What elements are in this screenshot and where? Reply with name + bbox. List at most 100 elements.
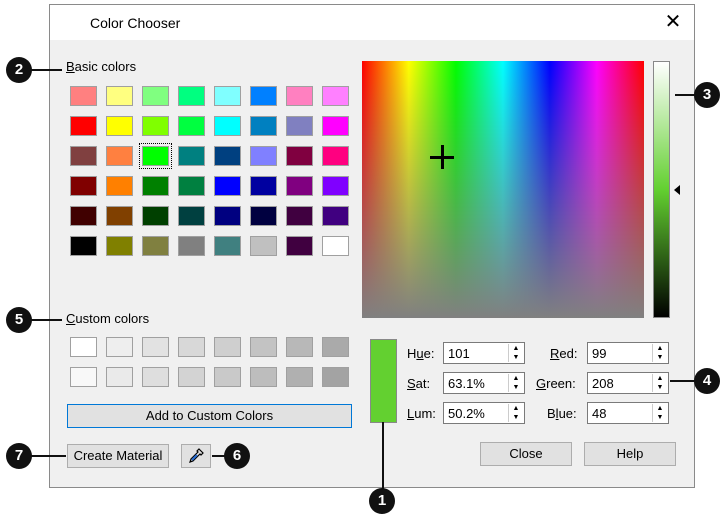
basic-color-swatch[interactable] bbox=[106, 146, 133, 166]
green-value: 208 bbox=[592, 376, 614, 391]
basic-color-swatch[interactable] bbox=[70, 146, 97, 166]
basic-color-swatch[interactable] bbox=[250, 86, 277, 106]
red-spin-arrows[interactable]: ▲ ▼ bbox=[652, 344, 667, 362]
basic-color-swatch[interactable] bbox=[286, 86, 313, 106]
basic-color-swatch[interactable] bbox=[322, 176, 349, 196]
basic-color-swatch[interactable] bbox=[178, 236, 205, 256]
hue-spin-arrows[interactable]: ▲ ▼ bbox=[508, 344, 523, 362]
basic-color-swatch[interactable] bbox=[322, 116, 349, 136]
basic-color-swatch[interactable] bbox=[250, 146, 277, 166]
sat-spin-arrows[interactable]: ▲ ▼ bbox=[508, 374, 523, 392]
basic-color-swatch[interactable] bbox=[142, 236, 169, 256]
basic-color-swatch[interactable] bbox=[106, 116, 133, 136]
basic-color-swatch[interactable] bbox=[214, 86, 241, 106]
basic-color-swatch[interactable] bbox=[106, 86, 133, 106]
add-to-custom-colors-button[interactable]: Add to Custom Colors bbox=[67, 404, 352, 428]
custom-color-swatch[interactable] bbox=[250, 367, 277, 387]
basic-color-swatch[interactable] bbox=[142, 176, 169, 196]
create-material-button[interactable]: Create Material bbox=[67, 444, 169, 468]
custom-color-swatch[interactable] bbox=[178, 367, 205, 387]
basic-color-swatch[interactable] bbox=[250, 206, 277, 226]
custom-color-swatch[interactable] bbox=[250, 337, 277, 357]
custom-colors-label: Custom colors bbox=[66, 311, 150, 326]
basic-color-swatch[interactable] bbox=[178, 176, 205, 196]
basic-color-swatch[interactable] bbox=[70, 206, 97, 226]
blue-label: Blue: bbox=[547, 406, 577, 421]
basic-color-swatch[interactable] bbox=[286, 206, 313, 226]
custom-color-swatch[interactable] bbox=[70, 367, 97, 387]
green-spin-arrows[interactable]: ▲ ▼ bbox=[652, 374, 667, 392]
custom-color-swatch[interactable] bbox=[286, 367, 313, 387]
luminance-slider[interactable] bbox=[653, 61, 670, 318]
callout-6: 6 bbox=[224, 443, 250, 469]
hue-value: 101 bbox=[448, 346, 470, 361]
callout-3: 3 bbox=[694, 82, 720, 108]
basic-color-swatch[interactable] bbox=[70, 86, 97, 106]
basic-color-swatch[interactable] bbox=[142, 206, 169, 226]
blue-spinner[interactable]: 48 ▲ ▼ bbox=[587, 402, 669, 424]
basic-color-swatch[interactable] bbox=[286, 236, 313, 256]
lum-spinner[interactable]: 50.2% ▲ ▼ bbox=[443, 402, 525, 424]
basic-color-swatch[interactable] bbox=[106, 176, 133, 196]
lum-spin-arrows[interactable]: ▲ ▼ bbox=[508, 404, 523, 422]
custom-color-swatch[interactable] bbox=[142, 367, 169, 387]
close-icon[interactable]: ✕ bbox=[662, 11, 684, 33]
sat-spinner[interactable]: 63.1% ▲ ▼ bbox=[443, 372, 525, 394]
custom-color-swatch[interactable] bbox=[214, 367, 241, 387]
basic-color-swatch[interactable] bbox=[250, 236, 277, 256]
basic-color-swatch[interactable] bbox=[250, 116, 277, 136]
luminance-arrow-icon[interactable] bbox=[674, 185, 680, 195]
green-spinner[interactable]: 208 ▲ ▼ bbox=[587, 372, 669, 394]
custom-color-swatch[interactable] bbox=[142, 337, 169, 357]
basic-color-swatch[interactable] bbox=[178, 86, 205, 106]
basic-color-swatch[interactable] bbox=[106, 206, 133, 226]
basic-color-swatch[interactable] bbox=[142, 116, 169, 136]
custom-color-swatch[interactable] bbox=[106, 337, 133, 357]
basic-color-swatch[interactable] bbox=[286, 116, 313, 136]
basic-color-swatch[interactable] bbox=[142, 86, 169, 106]
dialog-title: Color Chooser bbox=[90, 15, 181, 31]
basic-color-swatch[interactable] bbox=[322, 146, 349, 166]
basic-color-swatch[interactable] bbox=[70, 116, 97, 136]
sat-value: 63.1% bbox=[448, 376, 485, 391]
custom-color-swatch[interactable] bbox=[286, 337, 313, 357]
eyedropper-button[interactable] bbox=[181, 444, 211, 468]
callout-5: 5 bbox=[6, 307, 32, 333]
basic-color-swatch[interactable] bbox=[322, 206, 349, 226]
custom-color-swatch[interactable] bbox=[214, 337, 241, 357]
basic-color-swatch[interactable] bbox=[286, 146, 313, 166]
basic-color-swatch[interactable] bbox=[250, 176, 277, 196]
basic-color-swatch[interactable] bbox=[322, 86, 349, 106]
basic-color-swatch[interactable] bbox=[70, 236, 97, 256]
blue-spin-arrows[interactable]: ▲ ▼ bbox=[652, 404, 667, 422]
custom-color-swatch[interactable] bbox=[178, 337, 205, 357]
custom-color-swatch[interactable] bbox=[322, 337, 349, 357]
red-spinner[interactable]: 99 ▲ ▼ bbox=[587, 342, 669, 364]
custom-color-swatch[interactable] bbox=[322, 367, 349, 387]
help-button[interactable]: Help bbox=[584, 442, 676, 466]
basic-color-swatch[interactable] bbox=[139, 143, 172, 169]
color-spectrum[interactable] bbox=[362, 61, 644, 318]
basic-color-swatch[interactable] bbox=[286, 176, 313, 196]
hue-spinner[interactable]: 101 ▲ ▼ bbox=[443, 342, 525, 364]
basic-color-swatch[interactable] bbox=[178, 116, 205, 136]
basic-color-swatch[interactable] bbox=[214, 146, 241, 166]
basic-color-swatch[interactable] bbox=[322, 236, 349, 256]
callout-7: 7 bbox=[6, 443, 32, 469]
basic-color-swatch[interactable] bbox=[214, 176, 241, 196]
basic-color-swatch[interactable] bbox=[214, 206, 241, 226]
basic-color-swatch[interactable] bbox=[106, 236, 133, 256]
basic-color-swatch[interactable] bbox=[70, 176, 97, 196]
custom-color-swatch[interactable] bbox=[106, 367, 133, 387]
sat-label: Sat: bbox=[407, 376, 431, 391]
blue-value: 48 bbox=[592, 406, 607, 421]
basic-color-swatch[interactable] bbox=[214, 116, 241, 136]
custom-color-swatch[interactable] bbox=[70, 337, 97, 357]
title-bar: Color Chooser ✕ bbox=[50, 5, 694, 40]
basic-color-swatch[interactable] bbox=[178, 146, 205, 166]
crosshair-cursor bbox=[430, 145, 454, 169]
close-button[interactable]: Close bbox=[480, 442, 572, 466]
red-value: 99 bbox=[592, 346, 607, 361]
basic-color-swatch[interactable] bbox=[178, 206, 205, 226]
basic-color-swatch[interactable] bbox=[214, 236, 241, 256]
